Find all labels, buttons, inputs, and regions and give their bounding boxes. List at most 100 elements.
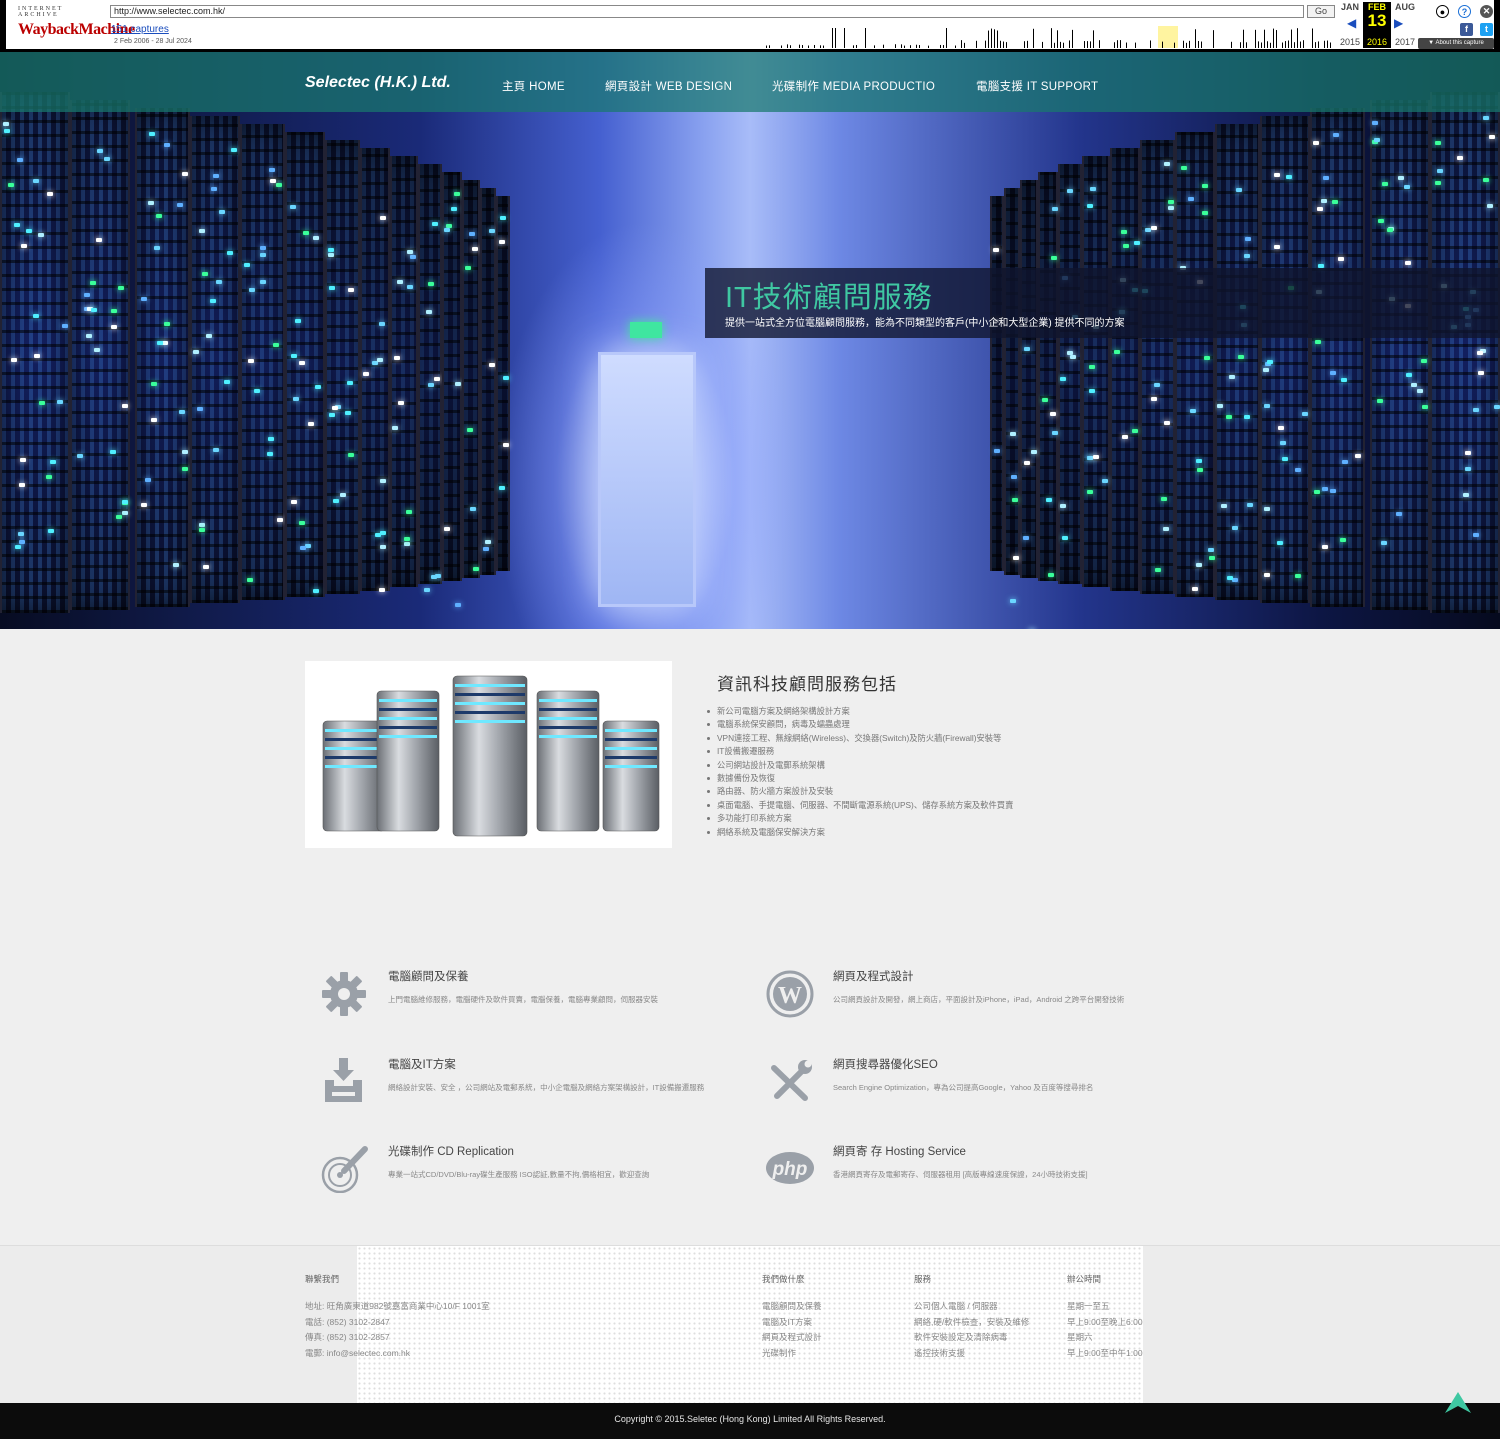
footer-link[interactable]: 電腦及IT方案 (762, 1315, 822, 1331)
server-rack (442, 172, 462, 608)
server-rack (1058, 164, 1082, 585)
server-rack (0, 92, 70, 613)
server-rack (325, 140, 360, 594)
server-rack (70, 100, 130, 610)
main-nav: Selectec (H.K.) Ltd. 主頁 HOME 網頁設計 WEB DE… (0, 52, 1500, 112)
footer-contact: 聯繫我們 地址: 旺角廣東道982號嘉富商業中心10/F 1001室 電話: (… (305, 1273, 490, 1362)
feature-desc: 網絡設計安裝、安全 ，公司網站及電郵系統，中小企電腦及網絡方案架構設計，IT設備… (388, 1083, 705, 1092)
list-item: 公司網站設計及電郵系統架構 (707, 759, 1217, 772)
footer-link[interactable]: 電腦顧問及保養 (762, 1299, 822, 1315)
twitter-icon[interactable]: t (1480, 23, 1493, 36)
footer-link[interactable]: 軟件安裝設定及清除病毒 (914, 1330, 1029, 1346)
feature-seo[interactable]: 網頁搜尋器優化SEO Search Engine Optimization，專為… (765, 1056, 1125, 1116)
server-rack (240, 124, 285, 601)
list-item: 桌面電腦、手提電腦、伺服器、不間斷電源系統(UPS)、儲存系統方案及軟件買賣 (707, 799, 1217, 812)
next-year-label: 2017 (1394, 37, 1416, 47)
server-rack (135, 108, 190, 607)
url-input[interactable]: http://www.selectec.com.hk/ (110, 5, 1304, 18)
services-panel: 資訊科技顧問服務包括 新公司電腦方案及網絡架構設計方案 電腦系統保安顧問，病毒及… (707, 670, 1217, 839)
server-rack (1140, 140, 1175, 594)
server-rack (1038, 172, 1058, 581)
list-item: VPN連接工程、無線網絡(Wireless)、交換器(Switch)及防火牆(F… (707, 732, 1217, 745)
next-month[interactable]: AUG 2017 (1391, 2, 1419, 47)
feature-title: 電腦及IT方案 (388, 1059, 456, 1071)
copyright-bar: Copyright © 2015.Seletec (Hong Kong) Lim… (0, 1403, 1500, 1439)
footer-link[interactable]: 網絡,硬/軟件檢查，安裝及維修 (914, 1315, 1029, 1331)
exit-sign (630, 322, 662, 338)
list-item: IT設備搬遷服務 (707, 745, 1217, 758)
door (598, 352, 696, 607)
feature-it-solutions[interactable]: 電腦及IT方案 網絡設計安裝、安全 ，公司網站及電郵系統，中小企電腦及網絡方案架… (320, 1056, 704, 1116)
hero-banner (0, 52, 1500, 629)
footer-heading: 辦公時間 (1067, 1274, 1102, 1284)
svg-text:W: W (778, 983, 802, 1009)
feature-computer-consulting[interactable]: 電腦顧問及保養 上門電腦維修服務，電腦硬件及軟件買賣，電腦保養，電腦專業顧問，伺… (320, 968, 680, 1028)
back-to-top-icon[interactable] (1444, 1391, 1472, 1415)
server-rack (190, 116, 240, 604)
brand-logo[interactable]: Selectec (H.K.) Ltd. (305, 74, 451, 92)
current-year-label: 2016 (1366, 37, 1388, 47)
server-rack (1370, 100, 1430, 610)
feature-title: 電腦顧問及保養 (388, 971, 469, 983)
feature-cd-replication[interactable]: 光碟制作 CD Replication 專業一站式CD/DVD/Blu-ray碟… (320, 1143, 680, 1203)
footer-link[interactable]: 光碟制作 (762, 1346, 822, 1362)
feature-title: 網頁寄 存 Hosting Service (833, 1146, 966, 1158)
cd-pen-icon (321, 1146, 368, 1193)
capture-date-range: 2 Feb 2006 - 28 Jul 2024 (114, 38, 192, 45)
footer-heading: 我們做什麼 (762, 1274, 805, 1284)
footer-hours-line: 早上9:00至中午1:00 (1067, 1348, 1143, 1359)
footer-link[interactable]: 遙控技術支援 (914, 1346, 1029, 1362)
list-item: 網絡系統及電腦保安解決方案 (707, 826, 1217, 839)
feature-desc: 專業一站式CD/DVD/Blu-ray碟生產服務 ISO認証,數量不拘,價格相宜… (388, 1170, 650, 1179)
nav-item-web-design[interactable]: 網頁設計 WEB DESIGN (605, 78, 732, 94)
footer-hours: 辦公時間 星期一至五 早上9:00至晚上6:00 星期六 早上9:00至中午1:… (1067, 1273, 1143, 1362)
svg-text:php: php (772, 1159, 808, 1180)
gear-icon (322, 972, 366, 1016)
server-rack (1310, 108, 1365, 607)
list-item: 多功能打印系統方案 (707, 812, 1217, 825)
wayback-logo[interactable]: INTERNET ARCHIVE WaybackMachine (18, 6, 135, 44)
feature-title: 網頁及程式設計 (833, 971, 914, 983)
footer-services: 服務 公司個人電腦 / 伺服器 網絡,硬/軟件檢查，安裝及維修 軟件安裝設定及清… (914, 1273, 1029, 1362)
feature-web-design[interactable]: W 網頁及程式設計 公司網頁設計及開發，網上商店，平面設計及iPhone，iPa… (765, 968, 1125, 1028)
wordpress-icon: W (766, 970, 814, 1018)
server-rack (1082, 156, 1110, 588)
current-day-label: 13 (1367, 11, 1387, 30)
nav-item-media-production[interactable]: 光碟制作 MEDIA PRODUCTIO (772, 78, 935, 94)
prev-month[interactable]: JAN 2015 (1336, 2, 1364, 47)
footer-address: 地址: 旺角廣東道982號嘉富商業中心10/F 1001室 (305, 1301, 490, 1311)
footer-link[interactable]: 公司個人電腦 / 伺服器 (914, 1299, 1029, 1315)
footer-email[interactable]: 電郵: info@selectec.com.hk (305, 1346, 490, 1362)
wayback-logo-text: WaybackMachine (18, 21, 135, 38)
footer-hours-line: 星期一至五 (1067, 1301, 1110, 1311)
go-button[interactable]: Go (1307, 5, 1335, 18)
server-rack (1020, 180, 1038, 578)
captures-link[interactable]: 151 captures (111, 24, 169, 35)
feature-hosting[interactable]: php 網頁寄 存 Hosting Service 香港網頁寄存及電郵寄存、伺服… (765, 1143, 1125, 1203)
about-capture-button[interactable]: ▼ About this capture (1418, 38, 1494, 49)
server-rack (418, 164, 442, 592)
nav-item-home[interactable]: 主頁 HOME (502, 78, 565, 94)
servers-illustration (305, 661, 672, 848)
server-rack (1430, 92, 1500, 613)
list-item: 路由器、防火牆方案設計及安裝 (707, 785, 1217, 798)
footer-fax: 傳真: (852) 3102-2857 (305, 1332, 390, 1343)
facebook-icon[interactable]: f (1460, 23, 1473, 36)
close-icon[interactable]: ✕ (1480, 5, 1493, 18)
footer-link[interactable]: 網頁及程式設計 (762, 1330, 822, 1346)
next-capture-arrow-icon[interactable]: ▶ (1394, 16, 1403, 30)
list-item: 數據備份及恢復 (707, 772, 1217, 785)
help-icon[interactable]: ? (1458, 5, 1471, 18)
nav-item-it-support[interactable]: 電腦支援 IT SUPPORT (976, 78, 1098, 94)
capture-sparkline[interactable] (766, 26, 1331, 48)
footer-phone: 電話: (852) 3102-2847 (305, 1316, 390, 1327)
feature-title: 網頁搜尋器優化SEO (833, 1059, 938, 1071)
footer-what-we-do: 我們做什麼 電腦顧問及保養 電腦及IT方案 網頁及程式設計 光碟制作 (762, 1273, 822, 1362)
footer: 聯繫我們 地址: 旺角廣東道982號嘉富商業中心10/F 1001室 電話: (… (0, 1245, 1500, 1404)
user-icon[interactable]: ● (1436, 5, 1449, 18)
server-rack (480, 188, 496, 575)
services-list: 新公司電腦方案及網絡架構設計方案 電腦系統保安顧問，病毒及蠕蟲處理 VPN連接工… (707, 705, 1217, 839)
download-tray-icon (325, 1058, 362, 1102)
prev-capture-arrow-icon[interactable]: ◀ (1347, 16, 1356, 30)
footer-heading: 服務 (914, 1274, 932, 1284)
